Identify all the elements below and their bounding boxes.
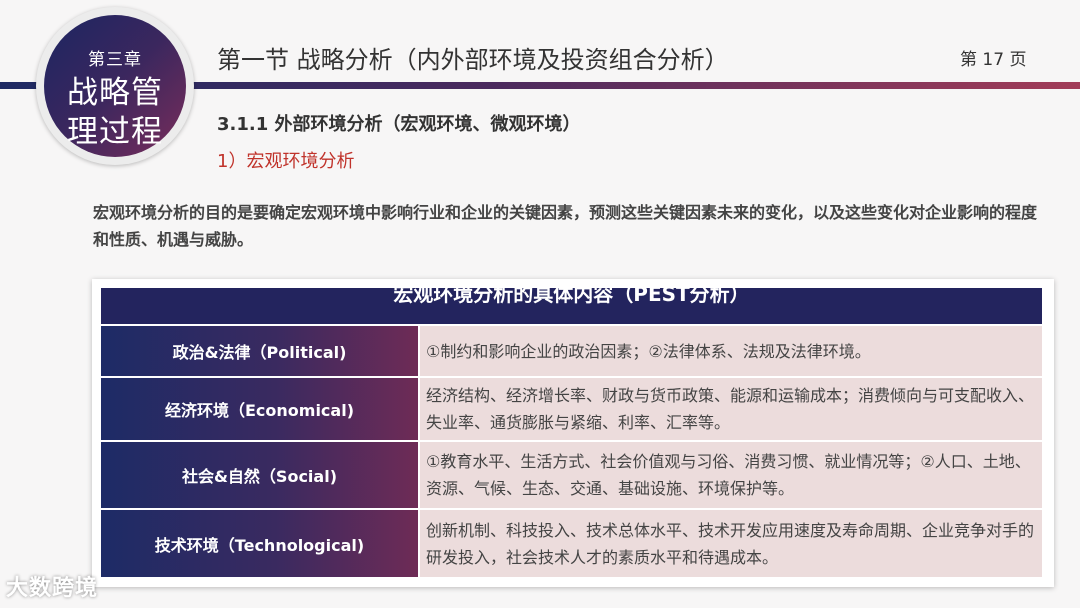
table-row-social: 社会&自然（Social) ①教育水平、生活方式、社会价值观与习俗、消费习惯、就… [101, 442, 1042, 508]
page-number: 第 17 页 [960, 50, 1027, 70]
pest-table: 宏观环境分析的具体内容（PEST分析） 政治&法律（Political) ①制约… [92, 279, 1054, 587]
slide-title: 第一节 战略分析（内外部环境及投资组合分析） [217, 46, 729, 74]
watermark-logo: 大数跨境 [6, 576, 99, 601]
table-row-technological: 技术环境（Technological) 创新机制、科技投入、技术总体水平、技术开… [101, 510, 1042, 577]
subsection-heading: 1）宏观环境分析 [217, 151, 355, 172]
row-key: 技术环境（Technological) [101, 510, 418, 577]
intro-paragraph: 宏观环境分析的目的是要确定宏观环境中影响行业和企业的关键因素，预测这些关键因素未… [93, 203, 1038, 249]
section-heading: 3.1.1 外部环境分析（宏观环境、微观环境） [217, 114, 581, 135]
row-value: ①教育水平、生活方式、社会价值观与习俗、消费习惯、就业情况等；②人口、土地、资源… [420, 442, 1042, 508]
table-row-economical: 经济环境（Economical) 经济结构、经济增长率、财政与货币政策、能源和运… [101, 378, 1042, 440]
row-value: ①制约和影响企业的政治因素；②法律体系、法规及法律环境。 [420, 326, 1042, 376]
chapter-title-line2: 理过程 [67, 114, 163, 150]
row-key: 政治&法律（Political) [101, 326, 418, 376]
table-row-political: 政治&法律（Political) ①制约和影响企业的政治因素；②法律体系、法规及… [101, 326, 1042, 376]
table-title: 宏观环境分析的具体内容（PEST分析） [393, 288, 750, 306]
row-value: 经济结构、经济增长率、财政与货币政策、能源和运输成本；消费倾向与可支配收入、失业… [420, 378, 1042, 440]
row-value: 创新机制、科技投入、技术总体水平、技术开发应用速度及寿命周期、企业竞争对手的研发… [420, 510, 1042, 577]
chapter-badge: 第三章 战略管 理过程 [36, 7, 194, 165]
row-key: 社会&自然（Social) [101, 442, 418, 508]
row-key: 经济环境（Economical) [101, 378, 418, 440]
table-title-bar: 宏观环境分析的具体内容（PEST分析） [101, 288, 1042, 324]
